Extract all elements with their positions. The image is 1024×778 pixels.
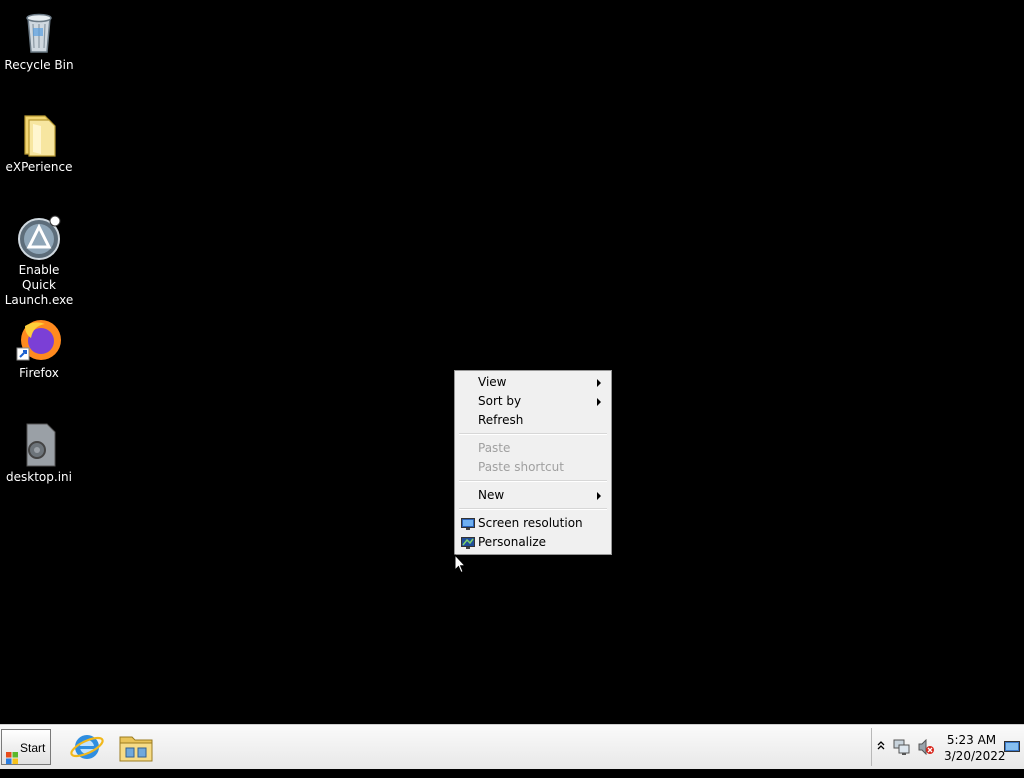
desktop[interactable]: Recycle Bin eXPerience Enable Quick Laun… <box>0 0 1024 724</box>
desktop-icon-label: Firefox <box>19 366 59 380</box>
desktop-icon-experience[interactable]: eXPerience <box>0 110 78 175</box>
menu-separator <box>459 433 607 435</box>
desktop-icon-enable-quick-launch[interactable]: Enable Quick Launch.exe <box>0 213 78 308</box>
menu-item-label: New <box>478 488 505 502</box>
start-button[interactable]: Start <box>1 729 51 765</box>
desktop-icon-label: Enable Quick Launch.exe <box>4 263 74 307</box>
recycle-bin-icon <box>15 8 63 56</box>
desktop-icon-label: desktop.ini <box>6 470 72 484</box>
submenu-arrow-icon <box>597 379 601 387</box>
volume-muted-icon[interactable] <box>917 738 935 758</box>
menu-item-screen-resolution[interactable]: Screen resolution <box>457 514 609 533</box>
taskbar-file-explorer[interactable] <box>116 729 156 765</box>
desktop-icon-recycle-bin[interactable]: Recycle Bin <box>0 8 78 73</box>
menu-item-refresh[interactable]: Refresh <box>457 411 609 430</box>
menu-separator <box>459 480 607 482</box>
taskbar-internet-explorer[interactable] <box>67 729 107 765</box>
menu-item-label: Screen resolution <box>478 516 583 530</box>
app-exe-icon <box>15 213 63 261</box>
show-hidden-icons-chevron-icon[interactable] <box>877 740 885 755</box>
menu-item-paste: Paste <box>457 439 609 458</box>
clock-date: 3/20/2022 <box>944 749 1006 763</box>
taskbar: Start 5:23 AM 3/20/2022 <box>0 724 1024 769</box>
start-label: Start <box>20 741 46 755</box>
desktop-icon-firefox[interactable]: Firefox <box>0 316 78 381</box>
menu-item-sort-by[interactable]: Sort by <box>457 392 609 411</box>
menu-item-label: Refresh <box>478 413 524 427</box>
file-explorer-icon <box>116 736 156 768</box>
menu-item-new[interactable]: New <box>457 486 609 505</box>
submenu-arrow-icon <box>597 398 601 406</box>
show-desktop-icon[interactable] <box>1004 741 1020 756</box>
firefox-icon <box>15 316 63 364</box>
taskbar-clock[interactable]: 5:23 AM 3/20/2022 <box>944 732 1006 764</box>
internet-explorer-icon <box>67 735 107 768</box>
desktop-icon-label: eXPerience <box>5 160 73 174</box>
desktop-icon-label: Recycle Bin <box>4 58 74 72</box>
desktop-icon-desktop-ini[interactable]: desktop.ini <box>0 420 78 485</box>
menu-item-label: Personalize <box>478 535 547 549</box>
menu-item-label: Paste <box>478 441 511 455</box>
menu-item-paste-shortcut: Paste shortcut <box>457 458 609 477</box>
settings-file-icon <box>15 420 63 468</box>
menu-item-personalize[interactable]: Personalize <box>457 533 609 552</box>
windows-flag-icon <box>6 742 18 764</box>
menu-item-label: Paste shortcut <box>478 460 564 474</box>
network-icon[interactable] <box>893 739 911 758</box>
menu-item-label: View <box>478 375 507 389</box>
personalize-icon <box>461 536 475 549</box>
mouse-cursor-icon <box>454 553 467 577</box>
clock-time: 5:23 AM <box>946 733 997 747</box>
submenu-arrow-icon <box>597 492 601 500</box>
menu-separator <box>459 508 607 510</box>
system-tray: 5:23 AM 3/20/2022 <box>871 728 1024 766</box>
folder-icon <box>15 110 63 158</box>
menu-item-label: Sort by <box>478 394 522 408</box>
desktop-context-menu: View Sort by Refresh Paste Paste shortcu… <box>454 370 612 555</box>
menu-item-view[interactable]: View <box>457 373 609 392</box>
display-icon <box>461 517 475 530</box>
